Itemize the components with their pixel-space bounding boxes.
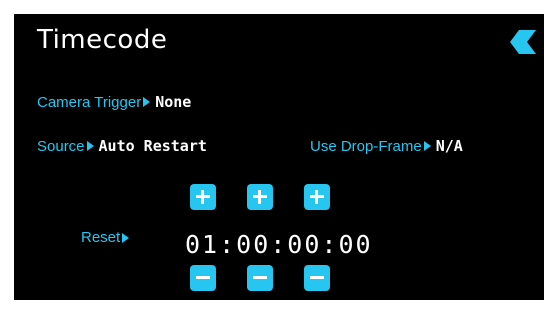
arrow-right-icon (122, 232, 130, 243)
camera-trigger-label: Camera Trigger (37, 93, 142, 111)
seconds-increment-button[interactable] (304, 184, 330, 210)
camera-trigger-value[interactable]: None (155, 93, 191, 111)
hours-increment-button[interactable] (190, 184, 216, 210)
source-value[interactable]: Auto Restart (99, 137, 207, 155)
seconds-decrement-button[interactable] (304, 265, 330, 291)
back-chevron-icon (510, 30, 536, 54)
reset-label[interactable]: Reset (81, 229, 120, 246)
drop-frame-row[interactable]: Use Drop-Frame N/A (310, 137, 463, 155)
arrow-right-icon (143, 97, 151, 107)
hours-decrement-button[interactable] (190, 265, 216, 291)
page-title: Timecode (37, 25, 168, 55)
timecode-value: 01:00:00:00 (185, 230, 373, 259)
source-label: Source (37, 137, 85, 155)
minutes-decrement-button[interactable] (247, 265, 273, 291)
drop-frame-value[interactable]: N/A (436, 137, 463, 155)
camera-trigger-row[interactable]: Camera Trigger None (37, 93, 191, 111)
arrow-right-icon (86, 141, 94, 151)
back-button[interactable] (510, 28, 538, 56)
minutes-increment-button[interactable] (247, 184, 273, 210)
arrow-right-icon (423, 141, 431, 151)
reset-row[interactable]: Reset (81, 229, 134, 246)
timecode-screen: Timecode Camera Trigger None Source Auto… (14, 14, 544, 300)
drop-frame-label: Use Drop-Frame (310, 137, 422, 155)
source-row[interactable]: Source Auto Restart (37, 137, 207, 155)
